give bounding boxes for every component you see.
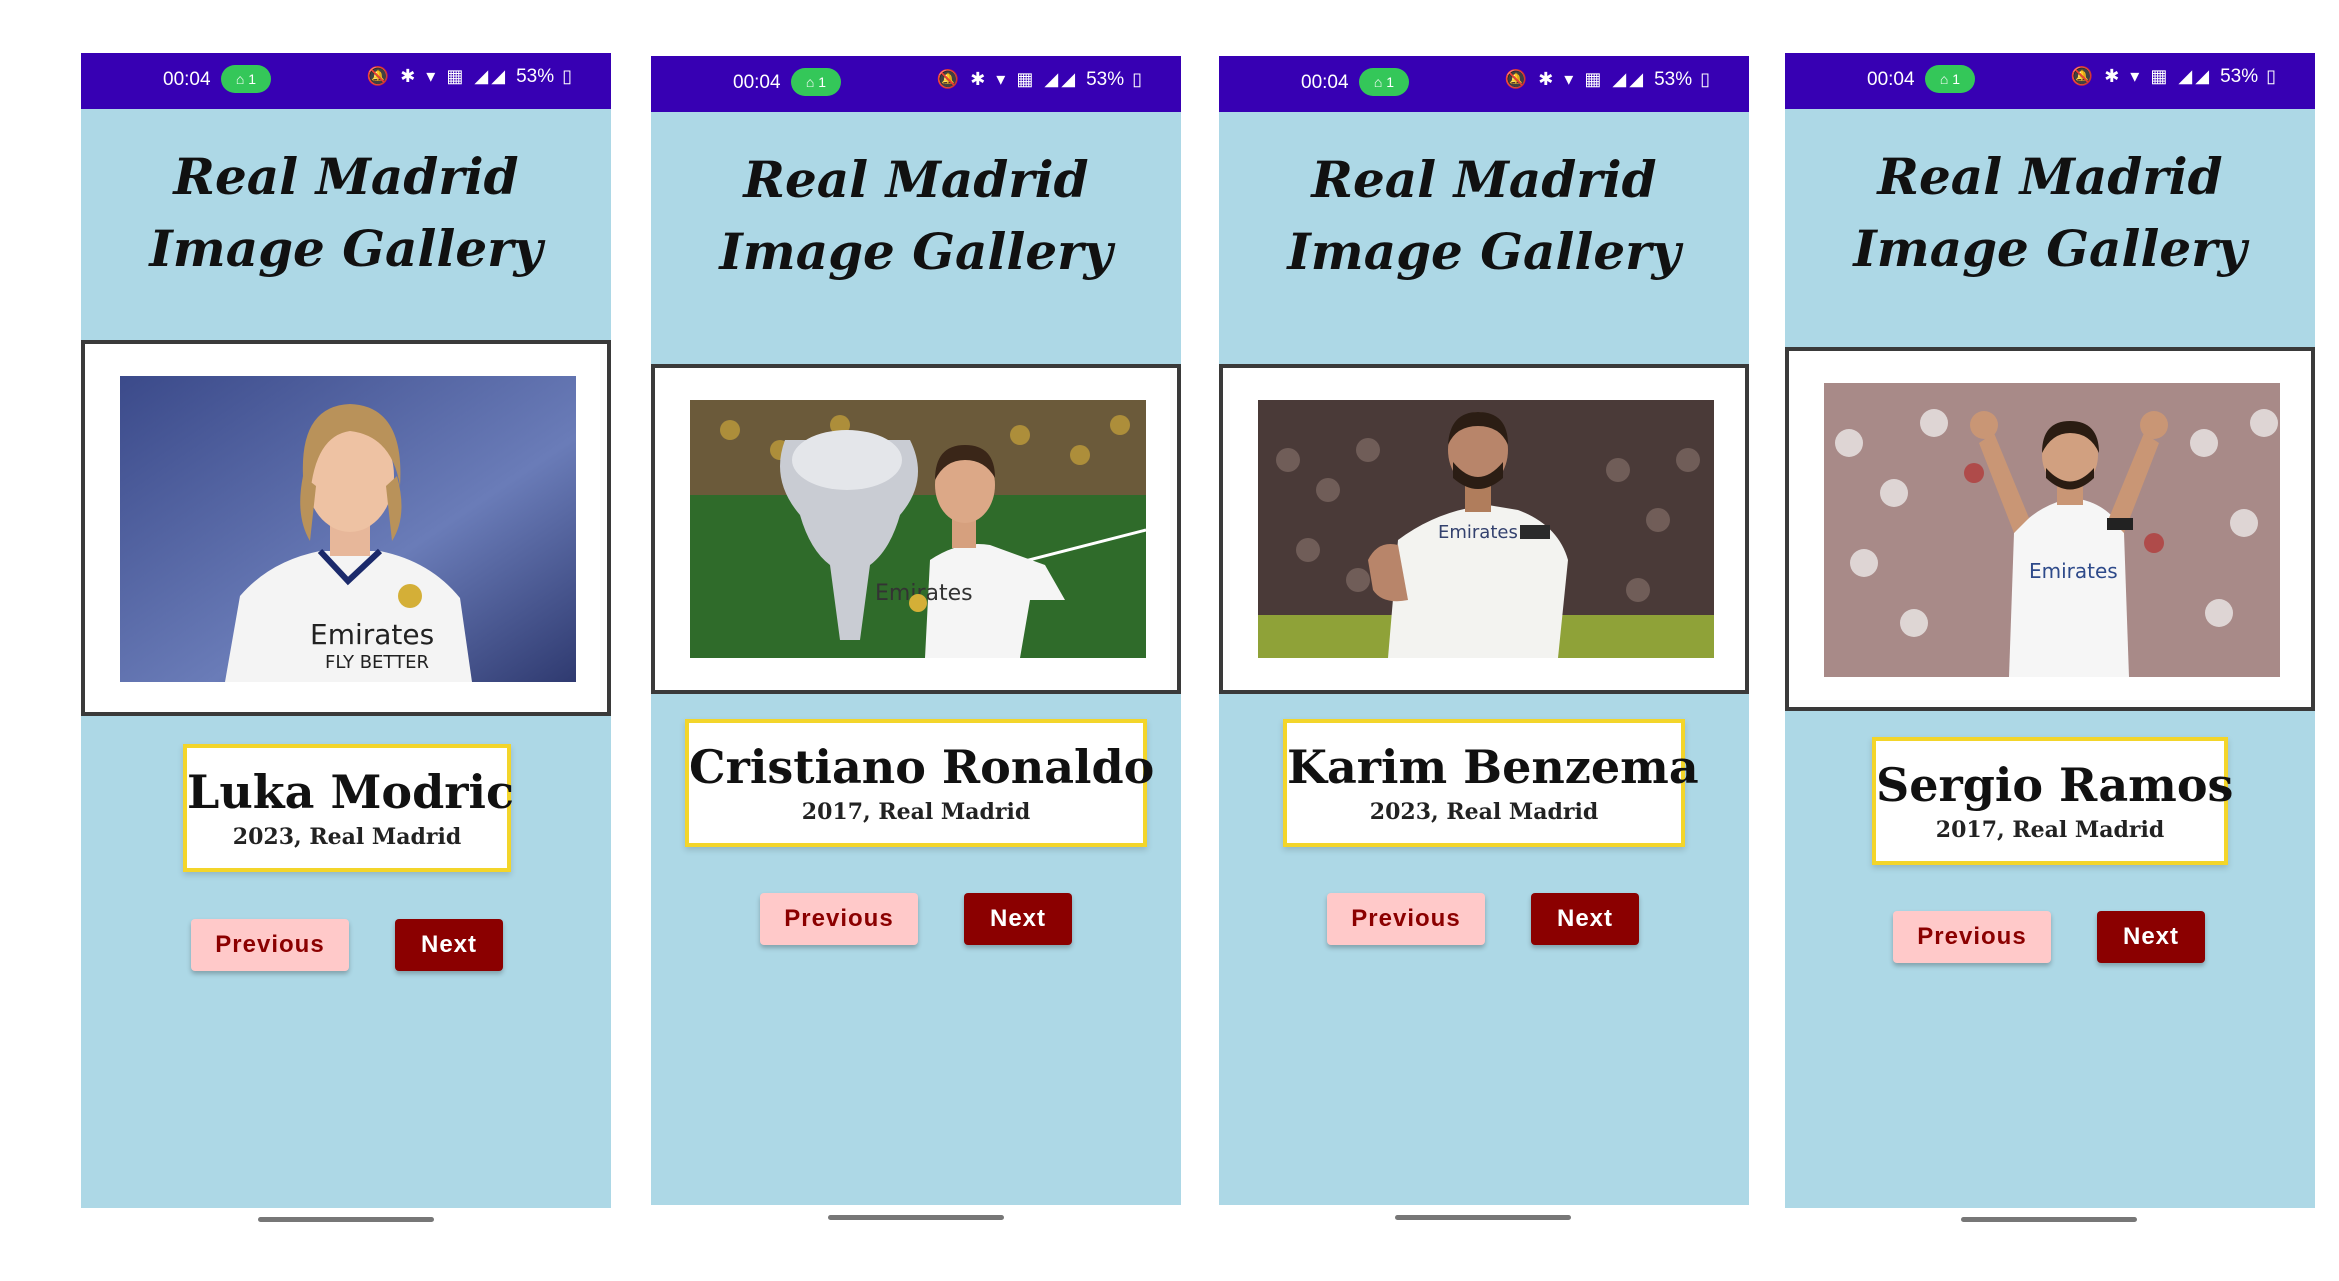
next-button[interactable]: Next [395, 919, 503, 971]
phone-screen-2: 00:04 ⌂ 1 🔕 ✱ ▾ ▦ ◢◢ 53% ▯ Real Madrid I… [651, 56, 1181, 1205]
status-icons: 🔕 ✱ ▾ ▦ ◢◢ 53% ▯ [367, 66, 575, 88]
player-subtitle: 2023, Real Madrid [232, 824, 462, 850]
player-photo: Emirates [1824, 383, 2280, 677]
photo-frame: Emirates [1219, 364, 1749, 694]
photo-frame: Emirates [651, 364, 1181, 694]
previous-button[interactable]: Previous [1327, 893, 1485, 945]
player-subtitle: 2023, Real Madrid [1369, 799, 1599, 825]
hotspot-count: 1 [1952, 71, 1961, 87]
hotspot-pill: ⌂ 1 [1925, 65, 1975, 93]
status-bar: 00:04 ⌂ 1 🔕 ✱ ▾ ▦ ◢◢ 53% ▯ [1785, 53, 2315, 109]
previous-button[interactable]: Previous [1893, 911, 2051, 963]
next-button[interactable]: Next [964, 893, 1072, 945]
title-line-2: Image Gallery [719, 222, 1113, 281]
status-icons: 🔕 ✱ ▾ ▦ ◢◢ 53% ▯ [1505, 69, 1713, 91]
home-indicator[interactable] [828, 1215, 1004, 1220]
status-time: 00:04 [1301, 72, 1349, 93]
hotspot-count: 1 [1386, 74, 1395, 90]
battery-icon: ▯ [2258, 66, 2279, 86]
battery-level: 53% [1654, 69, 1693, 90]
svg-text:Emirates: Emirates [1438, 522, 1518, 543]
player-name-card: Luka Modric 2023, Real Madrid [183, 744, 514, 872]
svg-text:Emirates: Emirates [310, 618, 434, 651]
photo-frame: Emirates FLY BETTER [81, 340, 611, 716]
status-bar: 00:04 ⌂ 1 🔕 ✱ ▾ ▦ ◢◢ 53% ▯ [81, 53, 611, 109]
player-subtitle: 2017, Real Madrid [1935, 817, 2165, 843]
player-photo: Emirates [690, 400, 1146, 658]
photo-benzema-image: Emirates [1258, 400, 1714, 658]
player-subtitle: 2017, Real Madrid [801, 799, 1031, 825]
player-name: Cristiano Ronaldo [689, 740, 1155, 794]
title-line-2: Image Gallery [149, 219, 543, 278]
status-icons: 🔕 ✱ ▾ ▦ ◢◢ 53% ▯ [937, 69, 1145, 91]
battery-icon: ▯ [1692, 69, 1713, 89]
svg-text:Emirates: Emirates [2029, 559, 2118, 583]
battery-icon: ▯ [554, 66, 575, 86]
player-photo: Emirates FLY BETTER [120, 376, 576, 682]
battery-level: 53% [2220, 66, 2259, 87]
phone-screen-1: 00:04 ⌂ 1 🔕 ✱ ▾ ▦ ◢◢ 53% ▯ Real Madrid I… [81, 53, 611, 1208]
status-icons-glyphs: 🔕 ✱ ▾ ▦ ◢◢ [2070, 66, 2213, 86]
status-icons: 🔕 ✱ ▾ ▦ ◢◢ 53% ▯ [2071, 66, 2279, 88]
previous-button[interactable]: Previous [760, 893, 918, 945]
gallery-title: Real Madrid Image Gallery [81, 141, 611, 285]
home-indicator[interactable] [1395, 1215, 1571, 1220]
player-name-card: Sergio Ramos 2017, Real Madrid [1872, 737, 2234, 865]
title-line-1: Real Madrid [1311, 150, 1657, 209]
status-icons-glyphs: 🔕 ✱ ▾ ▦ ◢◢ [1504, 69, 1647, 89]
status-bar: 00:04 ⌂ 1 🔕 ✱ ▾ ▦ ◢◢ 53% ▯ [651, 56, 1181, 112]
battery-level: 53% [516, 66, 555, 87]
status-icons-glyphs: 🔕 ✱ ▾ ▦ ◢◢ [936, 69, 1079, 89]
player-photo: Emirates [1258, 400, 1714, 658]
player-name-card: Karim Benzema 2023, Real Madrid [1283, 719, 1699, 847]
photo-frame: Emirates [1785, 347, 2315, 711]
gallery-title: Real Madrid Image Gallery [651, 144, 1181, 288]
previous-button[interactable]: Previous [191, 919, 349, 971]
hotspot-pill: ⌂ 1 [791, 68, 841, 96]
status-icons-glyphs: 🔕 ✱ ▾ ▦ ◢◢ [366, 66, 509, 86]
next-button[interactable]: Next [2097, 911, 2205, 963]
player-name: Sergio Ramos [1876, 758, 2234, 812]
status-time: 00:04 [733, 72, 781, 93]
battery-level: 53% [1086, 69, 1125, 90]
status-bar: 00:04 ⌂ 1 🔕 ✱ ▾ ▦ ◢◢ 53% ▯ [1219, 56, 1749, 112]
home-indicator[interactable] [1961, 1217, 2137, 1222]
gallery-title: Real Madrid Image Gallery [1785, 141, 2315, 285]
player-name-card: Cristiano Ronaldo 2017, Real Madrid [685, 719, 1155, 847]
player-name: Karim Benzema [1287, 740, 1699, 794]
photo-modric-image: Emirates FLY BETTER [120, 376, 576, 682]
hotspot-count: 1 [248, 71, 257, 87]
title-line-1: Real Madrid [743, 150, 1089, 209]
gallery-title: Real Madrid Image Gallery [1219, 144, 1749, 288]
player-name: Luka Modric [187, 765, 514, 819]
title-line-2: Image Gallery [1287, 222, 1681, 281]
title-line-1: Real Madrid [1877, 147, 2223, 206]
battery-icon: ▯ [1124, 69, 1145, 89]
svg-text:FLY BETTER: FLY BETTER [325, 652, 429, 673]
status-time: 00:04 [163, 69, 211, 90]
title-line-1: Real Madrid [173, 147, 519, 206]
photo-ramos-image: Emirates [1824, 383, 2280, 677]
next-button[interactable]: Next [1531, 893, 1639, 945]
phone-screen-3: 00:04 ⌂ 1 🔕 ✱ ▾ ▦ ◢◢ 53% ▯ Real Madrid I… [1219, 56, 1749, 1205]
home-indicator[interactable] [258, 1217, 434, 1222]
status-time: 00:04 [1867, 69, 1915, 90]
hotspot-count: 1 [818, 74, 827, 90]
title-line-2: Image Gallery [1853, 219, 2247, 278]
hotspot-pill: ⌂ 1 [221, 65, 271, 93]
photo-ronaldo-image: Emirates [690, 400, 1146, 658]
phone-screen-4: 00:04 ⌂ 1 🔕 ✱ ▾ ▦ ◢◢ 53% ▯ Real Madrid I… [1785, 53, 2315, 1208]
hotspot-pill: ⌂ 1 [1359, 68, 1409, 96]
